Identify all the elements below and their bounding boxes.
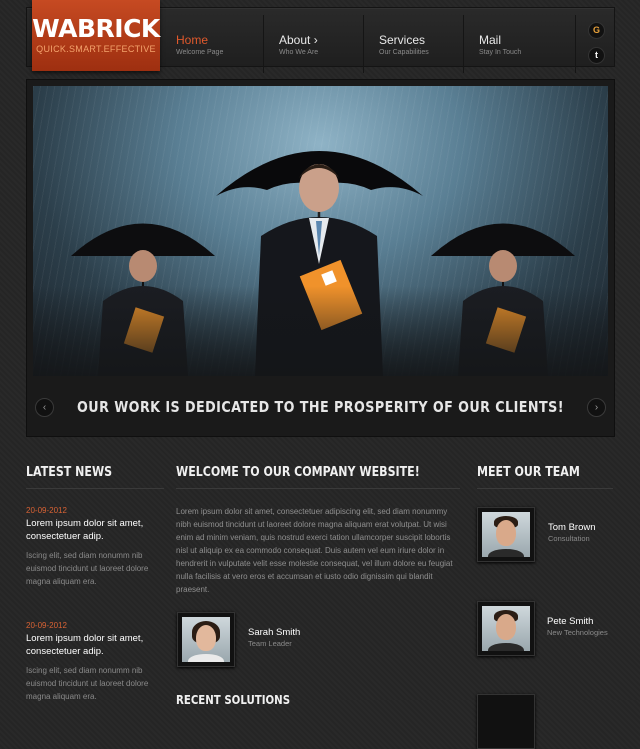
avatar[interactable]	[477, 694, 535, 749]
news-text: Iscing elit, sed diam nonumm nib euismod…	[26, 551, 149, 586]
slider-prev-button[interactable]: ‹	[35, 398, 54, 417]
avatar[interactable]	[477, 507, 535, 562]
divider	[26, 488, 164, 489]
nav-subtitle: Who We Are	[279, 49, 319, 56]
nav-subtitle: Our Capabilities	[379, 49, 429, 56]
logo[interactable]: WABRICK QUICK.SMART.EFFECTIVE	[32, 0, 160, 71]
news-date: 20-09-2012	[26, 506, 67, 515]
meet-our-team-title: MEET OUR TEAM	[477, 465, 580, 480]
news-headline[interactable]: Lorem ipsum dolor sit amet, consectetuer…	[26, 632, 171, 658]
member-role: New Technologies	[547, 628, 608, 637]
divider	[477, 488, 613, 489]
logo-name: WABRICK	[32, 14, 160, 43]
social-links: G t	[575, 15, 615, 73]
slider-next-button[interactable]: ›	[587, 398, 606, 417]
welcome-text: Lorem ipsum dolor sit amet, consectetuer…	[176, 507, 453, 594]
news-date: 20-09-2012	[26, 621, 67, 630]
member-name[interactable]: Sarah Smith	[248, 627, 300, 638]
hero-slider: ‹ OUR WORK IS DEDICATED TO THE PROSPERIT…	[26, 79, 615, 437]
nav-title: Mail	[479, 33, 502, 47]
nav-item-about[interactable]: About › Who We Are	[263, 15, 363, 73]
slider-caption: OUR WORK IS DEDICATED TO THE PROSPERITY …	[77, 398, 564, 416]
welcome-title: WELCOME TO OUR COMPANY WEBSITE!	[176, 465, 420, 480]
news-text: Iscing elit, sed diam nonumm nib euismod…	[26, 666, 149, 701]
nav-subtitle: Welcome Page	[176, 49, 224, 56]
divider	[176, 488, 460, 489]
nav-title: Home	[176, 33, 209, 47]
member-role: Team Leader	[248, 639, 292, 648]
member-name[interactable]: Pete Smith	[547, 616, 593, 627]
nav-item-services[interactable]: Services Our Capabilities	[363, 15, 463, 73]
recent-solutions-title: RECENT SOLUTIONS	[176, 693, 291, 707]
twitter-icon[interactable]: t	[588, 47, 605, 64]
hero-image	[33, 86, 608, 376]
nav-title: About ›	[279, 33, 318, 47]
nav-item-home[interactable]: Home Welcome Page	[161, 15, 263, 73]
site-header: Home Welcome Page About › Who We Are Ser…	[26, 0, 615, 73]
logo-tagline: QUICK.SMART.EFFECTIVE	[36, 44, 156, 54]
google-icon[interactable]: G	[588, 22, 605, 39]
nav-item-mail[interactable]: Mail Stay In Touch	[463, 15, 563, 73]
nav-title: Services	[379, 33, 426, 47]
latest-news-title: LATEST NEWS	[26, 465, 113, 480]
member-name[interactable]: Tom Brown	[548, 522, 596, 533]
avatar[interactable]	[477, 601, 535, 656]
news-headline[interactable]: Lorem ipsum dolor sit amet, consectetuer…	[26, 517, 171, 543]
member-role: Consultation	[548, 534, 590, 543]
avatar[interactable]	[177, 612, 235, 667]
nav-subtitle: Stay In Touch	[479, 49, 522, 56]
